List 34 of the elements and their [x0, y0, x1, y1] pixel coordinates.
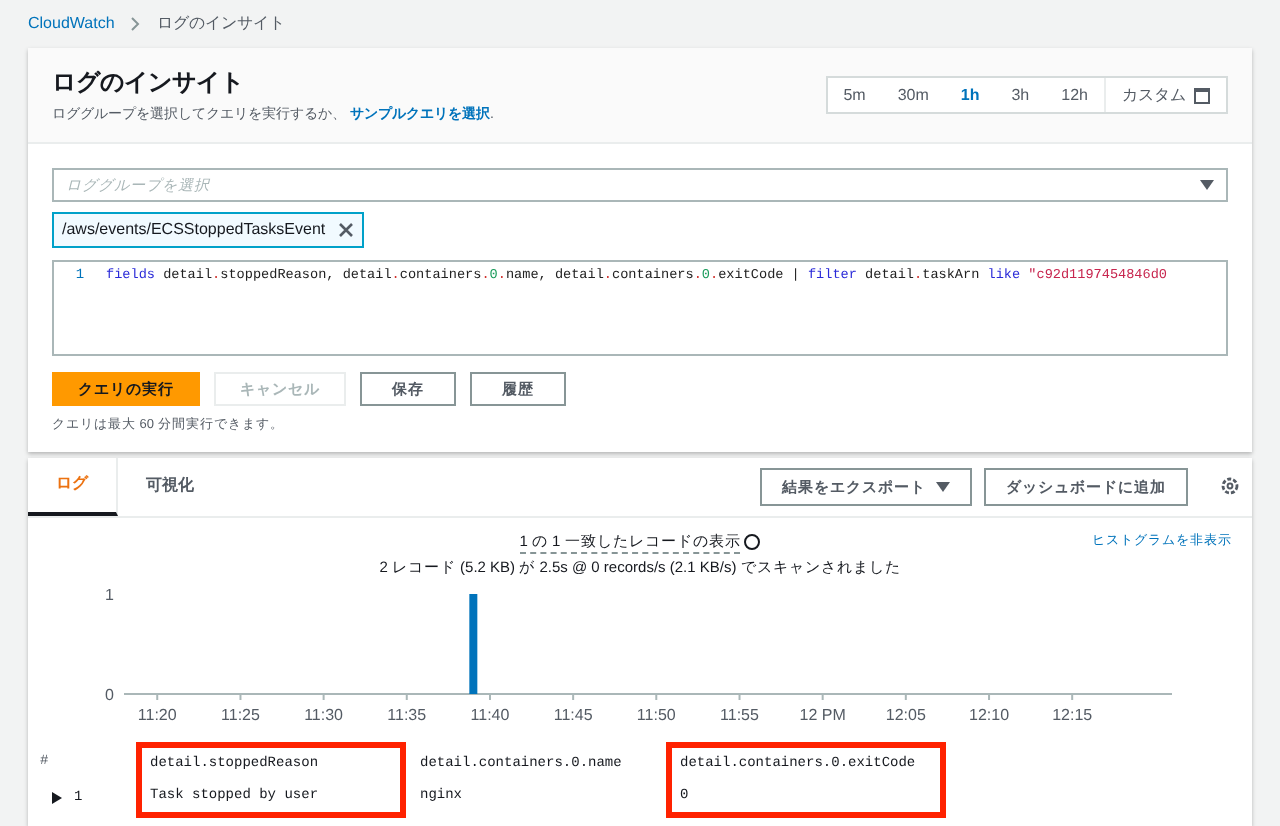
- time-range-option[interactable]: 3h: [995, 78, 1046, 112]
- x-tick-label: 11:40: [470, 706, 510, 725]
- y-tick-label: 0: [105, 686, 114, 705]
- breadcrumb-link[interactable]: CloudWatch: [28, 12, 115, 36]
- time-range-option[interactable]: 30m: [881, 78, 945, 112]
- x-tick-label: 12 PM: [799, 706, 846, 725]
- x-tick-label: 11:50: [636, 706, 676, 725]
- x-tick-label: 11:35: [387, 706, 427, 725]
- dropdown-caret-icon: [1200, 180, 1214, 190]
- info-icon: [744, 533, 761, 550]
- x-tick-label: 11:25: [221, 706, 260, 725]
- x-tick-label: 11:55: [720, 706, 759, 725]
- x-tick-label: 12:05: [885, 706, 926, 725]
- x-tick-label: 11:30: [304, 706, 344, 725]
- chevron-icon: [130, 16, 141, 32]
- log-group-name: /aws/events/ECSStoppedTasksEvent: [62, 218, 326, 242]
- breadcrumb-current: ログのインサイト: [156, 12, 285, 36]
- settings-icon[interactable]: [1220, 476, 1240, 497]
- time-range-option[interactable]: 12h: [1045, 78, 1104, 112]
- page-title: ログのインサイト: [52, 65, 246, 100]
- close-icon[interactable]: [337, 222, 354, 238]
- x-tick-label: 12:15: [1052, 706, 1093, 725]
- x-tick-label: 11:20: [137, 706, 177, 725]
- histogram-bar: [469, 594, 478, 695]
- expand-toggle-icon[interactable]: [52, 791, 62, 804]
- x-tick-label: 12:10: [969, 706, 1010, 725]
- x-tick-label: 11:45: [553, 706, 593, 725]
- time-range-option[interactable]: カスタム: [1104, 78, 1226, 112]
- time-range-option[interactable]: 5m: [827, 78, 882, 112]
- time-range-option[interactable]: 1h: [944, 78, 996, 112]
- results-tab[interactable]: 可視化: [118, 457, 222, 516]
- y-tick-label: 1: [105, 586, 114, 605]
- calendar-icon: [1194, 87, 1210, 103]
- caret-icon: [936, 481, 950, 492]
